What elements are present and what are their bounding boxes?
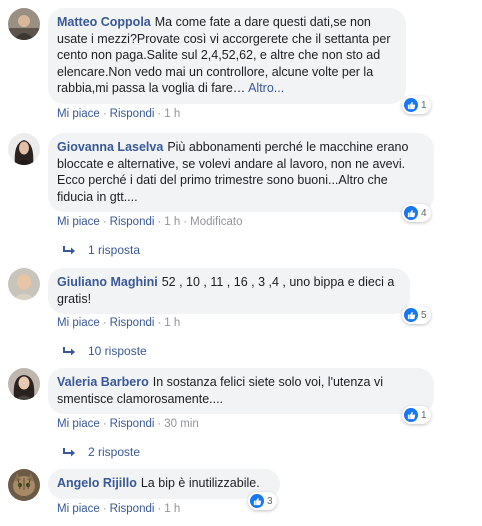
reaction-number: 3 bbox=[267, 495, 273, 507]
comment-actions: Mi piace · Rispondi · 1 h bbox=[57, 316, 180, 330]
reply-button[interactable]: Rispondi bbox=[110, 108, 155, 120]
like-button[interactable]: Mi piace bbox=[57, 108, 100, 120]
comment-author[interactable]: Angelo Rijillo bbox=[57, 476, 137, 490]
separator: · bbox=[157, 317, 162, 329]
like-button[interactable]: Mi piace bbox=[57, 418, 100, 430]
avatar[interactable] bbox=[8, 8, 40, 40]
reaction-count[interactable]: 1 bbox=[402, 406, 431, 424]
view-replies-link[interactable]: 1 risposta bbox=[62, 242, 140, 258]
reply-button[interactable]: Rispondi bbox=[110, 317, 155, 329]
reply-button[interactable]: Rispondi bbox=[110, 216, 155, 228]
reaction-count[interactable]: 5 bbox=[402, 306, 431, 324]
timestamp[interactable]: 30 min bbox=[164, 418, 199, 430]
separator: · bbox=[102, 503, 107, 515]
reaction-count[interactable]: 1 bbox=[402, 96, 431, 114]
comment-bubble: Valeria Barbero In sostanza felici siete … bbox=[48, 368, 434, 414]
like-button[interactable]: Mi piace bbox=[57, 503, 100, 515]
avatar[interactable] bbox=[8, 368, 40, 400]
comment-author[interactable]: Giuliano Maghini bbox=[57, 275, 158, 289]
like-thumb-icon bbox=[404, 206, 418, 220]
timestamp[interactable]: 1 h bbox=[164, 108, 180, 120]
reply-button[interactable]: Rispondi bbox=[110, 503, 155, 515]
avatar[interactable] bbox=[8, 133, 40, 165]
comment-author[interactable]: Valeria Barbero bbox=[57, 375, 149, 389]
reply-arrow-icon bbox=[63, 347, 75, 356]
view-replies-link[interactable]: 10 risposte bbox=[62, 343, 147, 359]
separator: · bbox=[157, 418, 162, 430]
comment-bubble: Angelo Rijillo La bip è inutilizzabile. bbox=[48, 469, 280, 499]
replies-count: 1 risposta bbox=[88, 243, 141, 257]
comment-bubble: Giuliano Maghini 52 , 10 , 11 , 16 , 3 ,4… bbox=[48, 268, 410, 314]
comment-author[interactable]: Matteo Coppola bbox=[57, 15, 151, 29]
replies-count: 2 risposte bbox=[88, 445, 141, 459]
like-thumb-icon bbox=[404, 408, 418, 422]
reply-arrow-icon bbox=[63, 246, 75, 255]
separator: · bbox=[102, 418, 107, 430]
comment-text: La bip è inutilizzabile. bbox=[140, 476, 260, 490]
like-thumb-icon bbox=[250, 494, 264, 508]
reaction-number: 4 bbox=[421, 207, 427, 219]
like-thumb-icon bbox=[404, 98, 418, 112]
timestamp[interactable]: 1 h bbox=[164, 503, 180, 515]
separator: · bbox=[157, 216, 162, 228]
separator: · bbox=[102, 317, 107, 329]
comment-bubble: Giovanna Laselva Più abbonamenti perché l… bbox=[48, 133, 434, 212]
separator: · bbox=[102, 108, 107, 120]
see-more-link[interactable]: Altro... bbox=[248, 81, 284, 95]
avatar[interactable] bbox=[8, 268, 40, 300]
separator: · bbox=[102, 216, 107, 228]
comment-thread: Matteo Coppola Ma come fate a dare questi… bbox=[0, 0, 482, 526]
reaction-count[interactable]: 4 bbox=[402, 204, 431, 222]
like-thumb-icon bbox=[404, 308, 418, 322]
replies-count: 10 risposte bbox=[88, 344, 147, 358]
separator: · bbox=[157, 108, 162, 120]
like-button[interactable]: Mi piace bbox=[57, 317, 100, 329]
separator: · bbox=[183, 216, 188, 228]
reaction-number: 1 bbox=[421, 409, 427, 421]
comment-author[interactable]: Giovanna Laselva bbox=[57, 140, 163, 154]
comment-bubble: Matteo Coppola Ma come fate a dare questi… bbox=[48, 8, 406, 104]
reply-arrow-icon bbox=[63, 448, 75, 457]
avatar[interactable] bbox=[8, 469, 40, 501]
comment-actions: Mi piace · Rispondi · 30 min bbox=[57, 417, 199, 431]
comment-actions: Mi piace · Rispondi · 1 h bbox=[57, 107, 180, 121]
view-replies-link[interactable]: 2 risposte bbox=[62, 444, 140, 460]
like-button[interactable]: Mi piace bbox=[57, 216, 100, 228]
timestamp[interactable]: 1 h bbox=[164, 317, 180, 329]
comment-actions: Mi piace · Rispondi · 1 h · Modificato bbox=[57, 215, 243, 229]
comment-actions: Mi piace · Rispondi · 1 h bbox=[57, 502, 180, 516]
reaction-number: 1 bbox=[421, 99, 427, 111]
separator: · bbox=[157, 503, 162, 515]
reply-button[interactable]: Rispondi bbox=[110, 418, 155, 430]
timestamp[interactable]: 1 h bbox=[164, 216, 180, 228]
edited-label[interactable]: Modificato bbox=[190, 216, 242, 228]
reaction-count[interactable]: 3 bbox=[248, 492, 277, 510]
reaction-number: 5 bbox=[421, 309, 427, 321]
